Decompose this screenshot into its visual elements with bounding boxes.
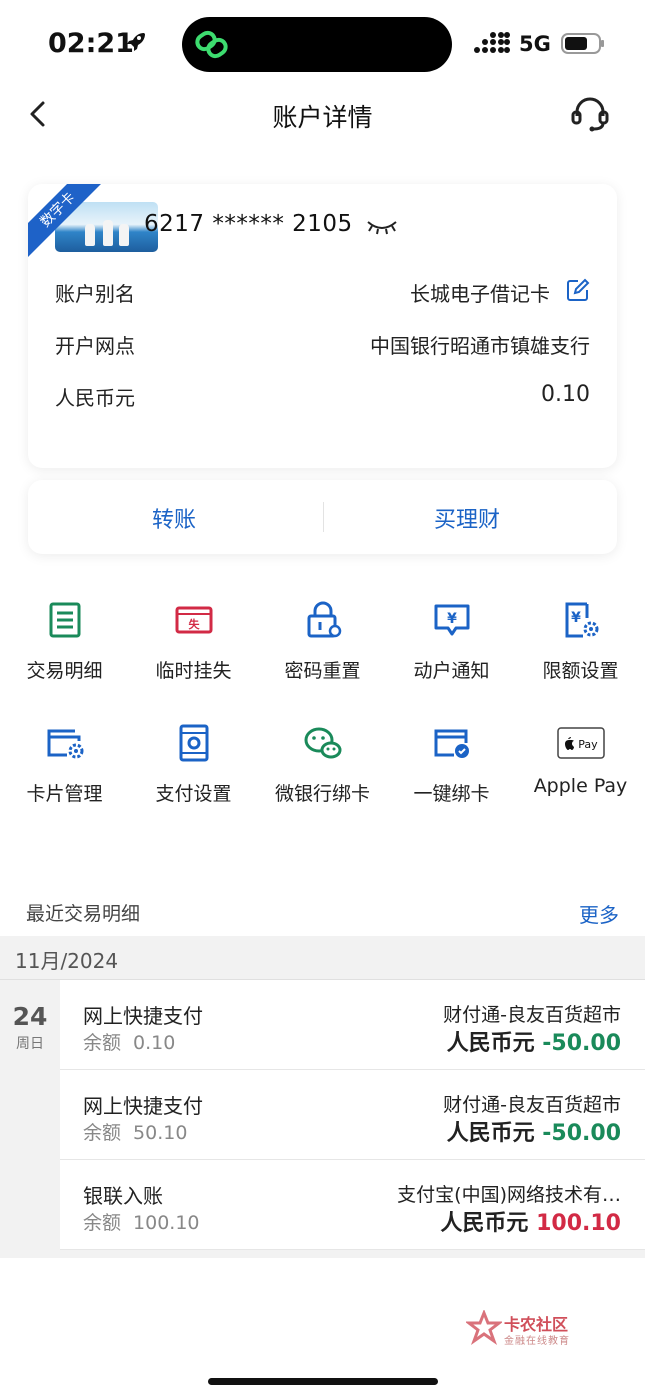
transfer-button[interactable]: 转账 — [152, 502, 196, 534]
apple-pay-icon: Pay — [556, 727, 605, 759]
link-icon — [195, 30, 228, 59]
tx-amount: 人民币元 -50.00 — [446, 1121, 621, 1146]
branch-label: 开户网点 — [55, 334, 135, 358]
battery-icon — [561, 33, 604, 54]
month-label: 11月/2024 — [15, 949, 119, 973]
balance-value: 0.10 — [541, 382, 590, 407]
grid-label: 卡片管理 — [26, 783, 103, 805]
svg-text:Pay: Pay — [578, 738, 598, 751]
transaction-row[interactable]: 网上快捷支付 余额 0.10 财付通-良友百货超市 人民币元 -50.00 — [60, 980, 645, 1070]
tx-balance: 余额 0.10 — [83, 1032, 176, 1054]
more-link[interactable]: 更多 — [579, 899, 619, 928]
grid-item-card-manage[interactable]: 卡片管理 — [0, 723, 129, 806]
account-card: 数字卡 6217 ****** 2105 账户别名 长城电子借记卡 开户网点 中… — [28, 184, 617, 468]
action-divider — [323, 502, 324, 532]
grid-item-transactions[interactable]: 交易明细 — [0, 600, 129, 683]
watermark-sub: 金融在线教育 — [504, 1336, 570, 1347]
tx-amount: 人民币元 100.10 — [440, 1211, 621, 1236]
quick-bind-icon — [434, 729, 469, 758]
day-number: 24 — [12, 1002, 48, 1031]
grid-item-wechat-bind[interactable]: 微银行绑卡 — [258, 723, 387, 806]
weekday: 周日 — [16, 1036, 44, 1052]
grid-label: 临时挂失 — [155, 660, 232, 682]
status-time: 02:21 — [48, 28, 134, 59]
recent-title: 最近交易明细 — [26, 903, 141, 925]
rocket-icon — [127, 33, 145, 51]
grid-label: 一键绑卡 — [413, 783, 490, 805]
card-number: 6217 ****** 2105 — [144, 211, 353, 237]
tx-balance: 余额 50.10 — [83, 1122, 188, 1144]
card-manage-icon — [47, 729, 83, 759]
transaction-list-icon — [49, 602, 80, 638]
signal-icon — [474, 32, 510, 53]
home-indicator[interactable] — [208, 1378, 438, 1385]
tx-type: 银联入账 — [83, 1184, 163, 1208]
tx-merchant: 财付通-良友百货超市 — [443, 1094, 621, 1116]
tx-merchant: 支付宝(中国)网络技术有… — [397, 1184, 621, 1206]
grid-item-apple-pay[interactable]: Pay Apple Pay — [516, 723, 645, 797]
password-reset-icon — [307, 601, 341, 638]
grid-item-report-loss[interactable]: 失 临时挂失 — [129, 600, 258, 683]
alias-label: 账户别名 — [55, 282, 135, 306]
card-actions: 转账 买理财 — [28, 480, 617, 554]
grid-item-account-notify[interactable]: ¥ 动户通知 — [387, 600, 516, 683]
alias-row: 账户别名 长城电子借记卡 — [55, 278, 590, 308]
watermark-logo-icon — [466, 1310, 502, 1345]
account-notify-icon: ¥ — [434, 604, 469, 636]
branch-row: 开户网点 中国银行昭通市镇雄支行 — [55, 330, 590, 360]
grid-label: Apple Pay — [533, 775, 628, 797]
month-header: 11月/2024 — [0, 936, 645, 980]
headset-icon[interactable] — [570, 94, 610, 134]
svg-text:¥: ¥ — [571, 610, 581, 626]
pay-settings-icon — [179, 724, 208, 762]
svg-text:¥: ¥ — [447, 611, 457, 627]
grid-label: 支付设置 — [155, 783, 232, 805]
date-column: 24 周日 — [0, 980, 60, 1250]
grid-label: 限额设置 — [542, 660, 619, 682]
tx-merchant: 财付通-良友百货超市 — [443, 1004, 621, 1026]
svg-text:失: 失 — [188, 617, 200, 631]
nav-bar: 账户详情 — [0, 88, 645, 140]
limit-settings-icon: ¥ — [565, 602, 598, 638]
tx-balance: 余额 100.10 — [83, 1212, 200, 1234]
dynamic-island — [182, 17, 452, 72]
grid-item-pay-settings[interactable]: 支付设置 — [129, 723, 258, 806]
branch-value: 中国银行昭通市镇雄支行 — [370, 334, 590, 358]
network-type: 5G — [519, 32, 551, 56]
tx-type: 网上快捷支付 — [83, 1094, 203, 1118]
transaction-row[interactable]: 网上快捷支付 余额 50.10 财付通-良友百货超市 人民币元 -50.00 — [60, 1070, 645, 1160]
wechat-bind-icon — [304, 727, 341, 759]
status-bar: 02:21 5G — [0, 0, 645, 88]
list-bottom — [0, 1250, 645, 1258]
page-title: 账户详情 — [272, 103, 373, 132]
grid-label: 动户通知 — [413, 660, 490, 682]
grid-item-quick-bind[interactable]: 一键绑卡 — [387, 723, 516, 806]
currency-label: 人民币元 — [55, 386, 135, 410]
buy-wealth-button[interactable]: 买理财 — [434, 502, 500, 534]
edit-icon[interactable] — [566, 278, 590, 302]
grid-item-limit-settings[interactable]: ¥ 限额设置 — [516, 600, 645, 683]
balance-row: 人民币元 0.10 — [55, 382, 590, 412]
transaction-row[interactable]: 银联入账 余额 100.10 支付宝(中国)网络技术有… 人民币元 100.10 — [60, 1160, 645, 1250]
grid-label: 密码重置 — [284, 660, 361, 682]
report-loss-icon: 失 — [175, 606, 212, 634]
grid-item-password-reset[interactable]: 密码重置 — [258, 600, 387, 683]
grid-label: 微银行绑卡 — [274, 783, 370, 805]
tx-amount: 人民币元 -50.00 — [446, 1031, 621, 1056]
grid-label: 交易明细 — [26, 660, 103, 682]
hide-eye-icon[interactable] — [366, 216, 398, 236]
alias-value: 长城电子借记卡 — [410, 282, 550, 306]
tx-type: 网上快捷支付 — [83, 1004, 203, 1028]
